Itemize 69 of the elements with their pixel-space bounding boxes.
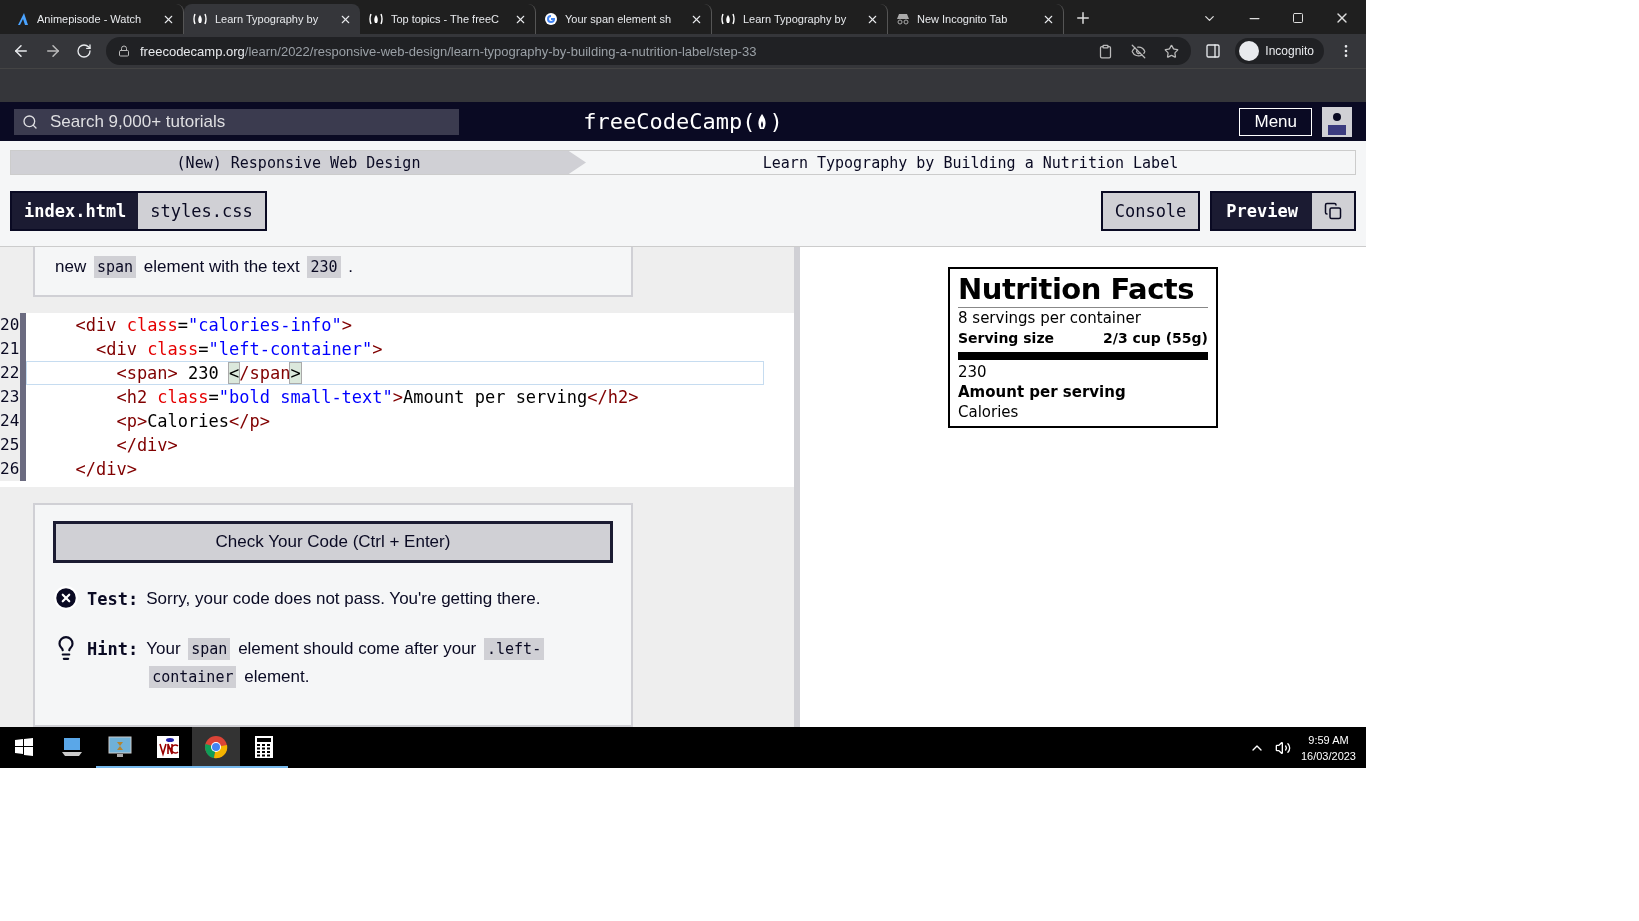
- calories-text: Calories: [958, 402, 1020, 422]
- label-title: Nutrition Facts: [958, 271, 1208, 308]
- search-icon: [22, 113, 38, 130]
- code-editor[interactable]: 20 <div class="calories-info"> 21 <div class="left-container"> 22 <span> 230 </span> 23 <h2 class="bold small-text">Amount per serving</h2> 24 <p>Calories</p> 25 </div> 26 </div>: [0, 313, 794, 487]
- check-code-button[interactable]: Check Your Code (Ctrl + Enter): [53, 521, 613, 563]
- code-line: <h2 class="bold small-text">Amount per serving</h2>: [115, 386, 640, 409]
- line-number: 25: [0, 433, 26, 457]
- code-line: <div class="left-container">: [94, 338, 384, 361]
- new-tab-icon[interactable]: [1074, 9, 1092, 27]
- restore-icon[interactable]: [1292, 12, 1304, 24]
- clock[interactable]: 9:59 AM 16/03/2023: [1300, 731, 1356, 764]
- menu-button[interactable]: Menu: [1239, 107, 1312, 136]
- feedback-label: Test:: [87, 588, 139, 611]
- incognito-icon: [896, 12, 910, 26]
- feedback-text: Your span element should come after your .left- container element.: [146, 635, 613, 691]
- taskbar-app[interactable]: [192, 727, 240, 768]
- feedback-label: Hint:: [87, 638, 139, 661]
- back-icon[interactable]: [12, 42, 30, 60]
- instruction-text: new span element with the text 230 .: [55, 255, 354, 280]
- eye-off-icon[interactable]: [1131, 43, 1147, 59]
- calculator-icon: [254, 734, 274, 759]
- error-icon: [53, 585, 79, 611]
- calories-number: 230: [958, 362, 988, 382]
- windows-logo-icon: [15, 737, 33, 756]
- address-bar[interactable]: freecodecamp.org/learn/2022/responsive-web-design/learn-typography-by-building-a-nutrition-label/step-33: [106, 37, 1192, 65]
- star-icon[interactable]: [1164, 43, 1180, 59]
- browser-tab[interactable]: Learn Typography by: [184, 4, 360, 34]
- popout-button[interactable]: [1312, 192, 1354, 229]
- code-line: <p>Calories</p>: [115, 410, 271, 433]
- url-text: freecodecamp.org/learn/2022/responsive-web-design/learn-typography-by-building-a-nutrition-label/step-33: [140, 43, 757, 59]
- g-logo-icon: [544, 12, 558, 26]
- computer-icon: [60, 735, 84, 758]
- monitor-icon: [107, 734, 133, 759]
- serving-size-label: Serving size: [958, 329, 1055, 348]
- forward-icon[interactable]: [44, 42, 62, 60]
- code-line: </div>: [74, 458, 138, 481]
- copy-icon: [1324, 201, 1342, 220]
- preview-button[interactable]: Preview: [1212, 192, 1312, 229]
- user-avatar[interactable]: [1322, 106, 1352, 137]
- chrome-icon: [204, 734, 228, 759]
- amount-heading: Amount per serving: [958, 382, 1127, 402]
- line-number: 24: [0, 409, 26, 433]
- line-number: 23: [0, 385, 26, 409]
- fire-logo-icon: [368, 12, 384, 26]
- servings-text: 8 servings per container: [958, 308, 1142, 328]
- vnc-logo-icon: [156, 734, 180, 759]
- site-logo[interactable]: freeCodeCamp( ): [583, 109, 783, 134]
- console-button[interactable]: Console: [1100, 190, 1201, 231]
- breadcrumb-link[interactable]: (New) Responsive Web Design: [11, 151, 586, 174]
- search-field[interactable]: Search 9,000+ tutorials: [14, 108, 459, 135]
- line-number: 26: [0, 457, 26, 481]
- clipboard-icon[interactable]: [1098, 43, 1114, 59]
- line-number: 20: [0, 313, 26, 337]
- reload-icon[interactable]: [76, 43, 92, 59]
- serving-size-value: 2/3 cup (55g): [1103, 329, 1208, 348]
- file-tab[interactable]: styles.css: [138, 192, 265, 229]
- speaker-icon[interactable]: [1274, 739, 1291, 756]
- file-tab[interactable]: index.html: [12, 192, 139, 229]
- profile-button[interactable]: Incognito: [1235, 38, 1324, 64]
- fire-logo-icon: [192, 12, 208, 26]
- fire-logo-icon: [720, 12, 736, 26]
- a-logo-icon: [16, 12, 30, 26]
- feedback-text: Sorry, your code does not pass. You're getting there.: [146, 588, 541, 610]
- line-number: 22: [0, 361, 26, 385]
- side-panel-icon[interactable]: [1205, 43, 1222, 59]
- lock-icon: [118, 45, 130, 57]
- code-line: </div>: [115, 434, 179, 457]
- code-line: <div class="calories-info">: [74, 314, 353, 337]
- line-number: 21: [0, 337, 26, 361]
